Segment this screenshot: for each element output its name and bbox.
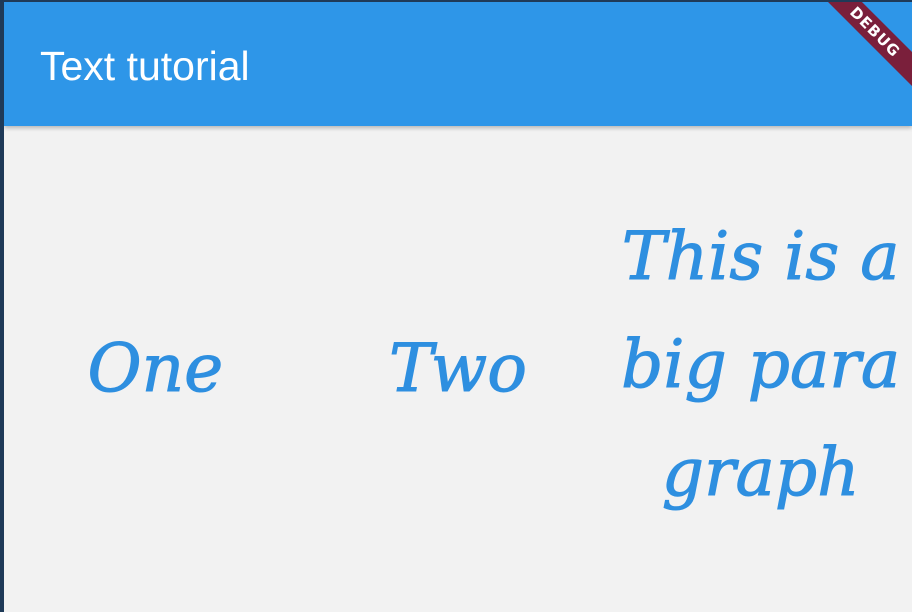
row-cell-paragraph: This is a big paragraph bbox=[609, 211, 912, 527]
app-bar: Text tutorial bbox=[4, 2, 912, 126]
content-row: One Two This is a big paragraph bbox=[4, 126, 912, 612]
app-screen: Text tutorial DEBUG One Two This is a bi… bbox=[4, 2, 912, 612]
text-two: Two bbox=[389, 330, 528, 408]
row-cell-two: Two bbox=[307, 315, 610, 423]
text-one: One bbox=[87, 330, 224, 408]
page-title: Text tutorial bbox=[40, 43, 250, 89]
text-paragraph: This is a big paragraph bbox=[621, 218, 901, 512]
row-cell-one: One bbox=[4, 315, 307, 423]
